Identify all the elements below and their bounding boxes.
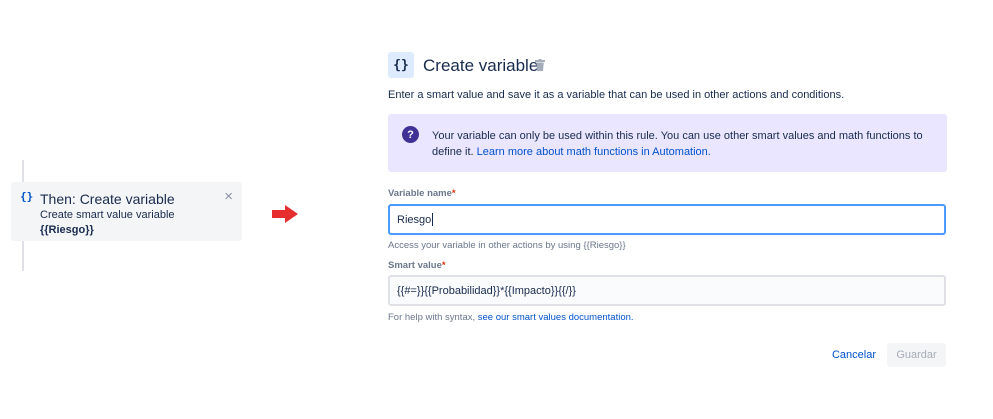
panel-description: Enter a smart value and save it as a var… [388, 89, 845, 101]
smart-values-docs-link[interactable]: see our smart values documentation. [478, 312, 634, 323]
smart-value-label-text: Smart value [388, 260, 442, 271]
curly-braces-icon: {} [20, 190, 34, 203]
page-title: Create variable [423, 56, 539, 75]
save-button[interactable]: Guardar [887, 343, 946, 367]
smart-value-help-text: For help with syntax, [388, 312, 476, 323]
info-panel: ? Your variable can only be used within … [388, 114, 947, 172]
smart-value-help: For help with syntax, see our smart valu… [388, 312, 634, 323]
variable-name-input[interactable]: Riesgo [388, 204, 946, 235]
smart-value-label: Smart value* [388, 260, 446, 271]
cancel-button[interactable]: Cancelar [828, 343, 880, 367]
curly-braces-icon: {} [388, 52, 414, 78]
math-functions-link[interactable]: Learn more about math functions in Autom… [477, 146, 711, 158]
smart-value-input[interactable]: {{#=}}{{Probabilidad}}*{{Impacto}}{{/}} [388, 275, 946, 306]
variable-name-help: Access your variable in other actions by… [388, 240, 626, 251]
info-text: Your variable can only be used within th… [432, 128, 937, 160]
arrow-right-icon [272, 205, 298, 223]
variable-name-label: Variable name* [388, 188, 456, 199]
rule-component-card[interactable]: {} Then: Create variable × Create smart … [11, 182, 242, 241]
variable-name-label-text: Variable name [388, 188, 452, 199]
rule-component-variable: {{Riesgo}} [40, 224, 94, 236]
rule-connector-top [22, 160, 24, 182]
question-icon: ? [402, 126, 419, 143]
text-caret [432, 213, 434, 226]
rule-component-subtitle: Create smart value variable [40, 209, 175, 221]
rule-connector-bottom [22, 241, 24, 271]
trash-icon[interactable] [535, 59, 545, 71]
smart-value-value: {{#=}}{{Probabilidad}}*{{Impacto}}{{/}} [397, 284, 576, 297]
variable-name-value: Riesgo [397, 213, 432, 226]
required-marker: * [451, 188, 456, 199]
required-marker: * [441, 260, 446, 271]
rule-component-title: Then: Create variable [40, 191, 175, 207]
close-icon[interactable]: × [224, 188, 233, 205]
